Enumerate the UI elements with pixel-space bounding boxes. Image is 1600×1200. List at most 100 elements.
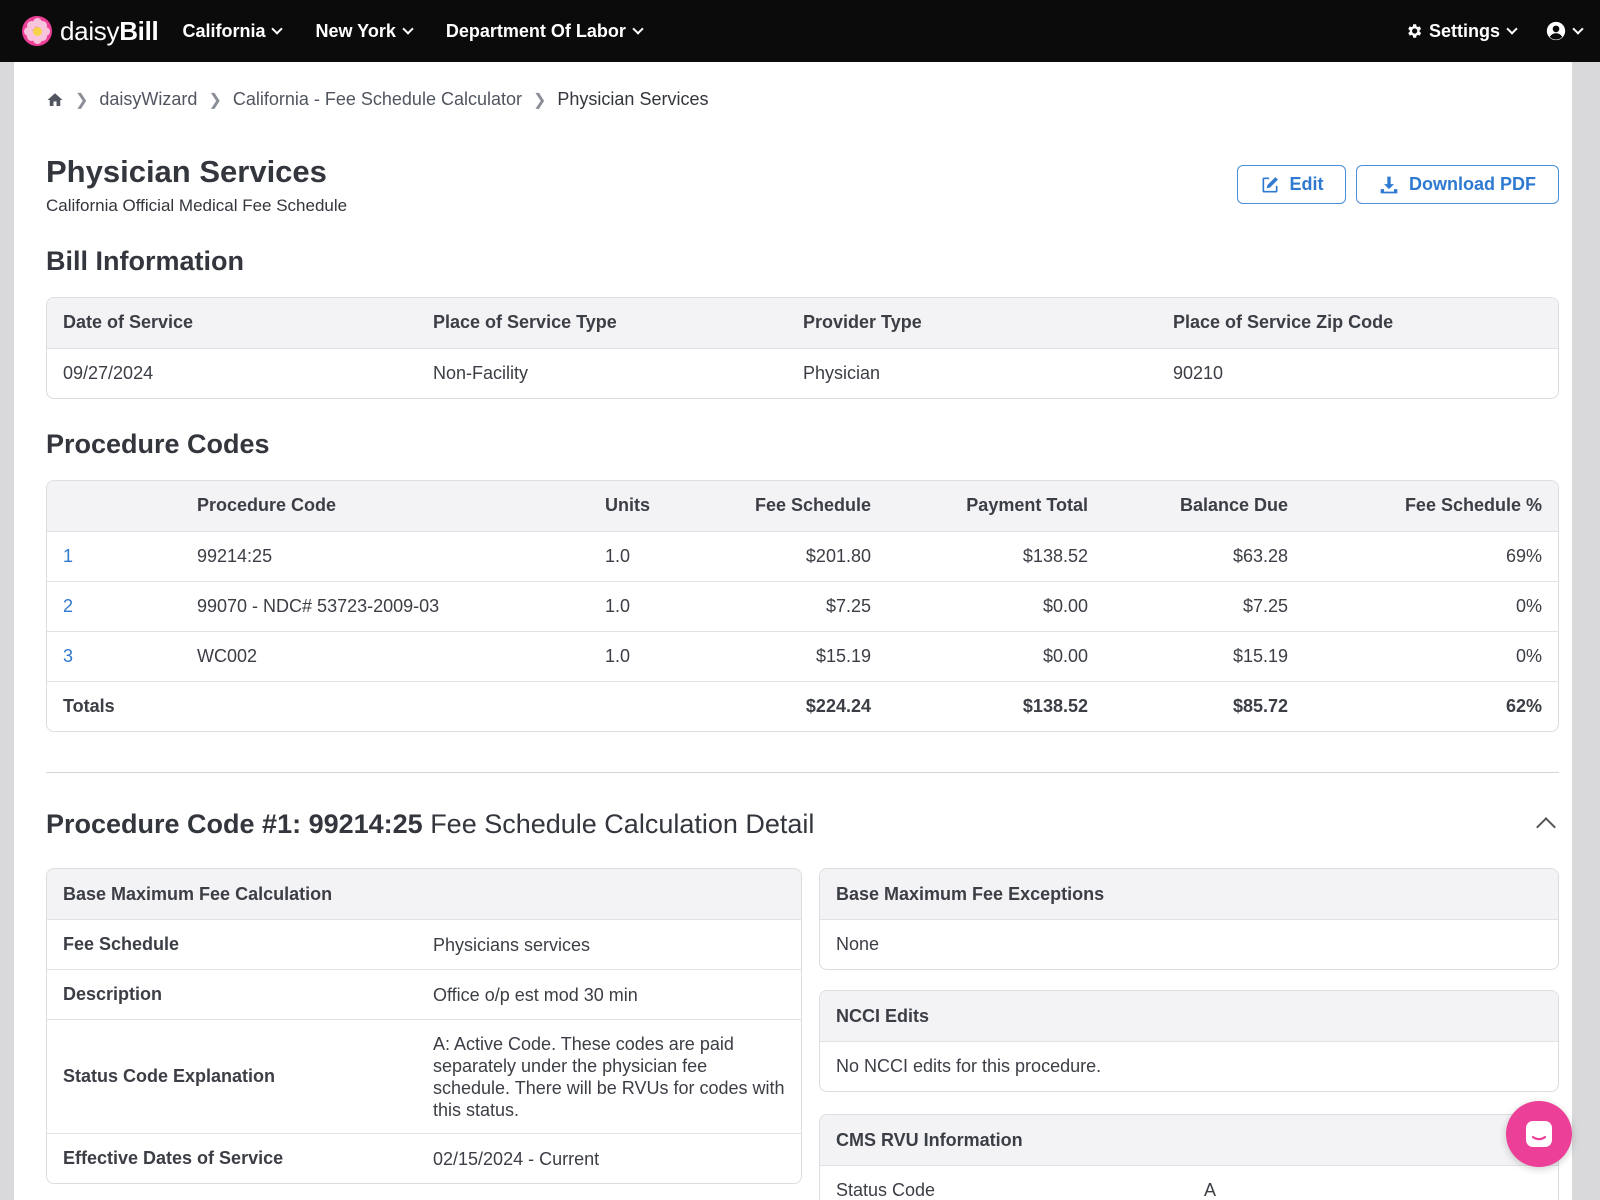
column-header: Place of Service Zip Code xyxy=(1157,298,1558,348)
column-header: Date of Service xyxy=(47,298,417,348)
total-fee-schedule-percent: 62% xyxy=(1304,680,1558,731)
units: 1.0 xyxy=(589,630,689,681)
gear-icon xyxy=(1408,24,1422,38)
kv-row: Effective Dates of Service 02/15/2024 - … xyxy=(47,1133,801,1183)
nav-new-york[interactable]: New York xyxy=(315,21,414,42)
kv-label: Fee Schedule xyxy=(63,934,180,954)
table-header-row: Date of Service Place of Service Type Pr… xyxy=(47,298,1558,348)
balance-due: $7.25 xyxy=(1104,580,1304,631)
payment-total: $0.00 xyxy=(887,580,1104,631)
brand-name: daisyBill xyxy=(60,15,159,46)
breadcrumb: ❯ daisyWizard ❯ California - Fee Schedul… xyxy=(46,89,708,110)
kv-label: Status Code xyxy=(836,1180,936,1200)
table-row: 09/27/2024 Non-Facility Physician 90210 xyxy=(47,347,1558,398)
breadcrumb-current: Physician Services xyxy=(557,89,709,109)
units: 1.0 xyxy=(589,530,689,581)
chevron-down-icon xyxy=(271,22,284,35)
place-of-service-type: Non-Facility xyxy=(417,347,787,398)
date-of-service: 09/27/2024 xyxy=(47,347,417,398)
kv-row: Status Code Explanation A: Active Code. … xyxy=(47,1019,801,1133)
chat-launcher-button[interactable] xyxy=(1506,1101,1572,1167)
kv-value: A xyxy=(1204,1180,1217,1200)
column-header: Units xyxy=(589,481,689,531)
kv-label: Effective Dates of Service xyxy=(63,1148,284,1168)
procedure-link-2[interactable]: 2 xyxy=(47,580,181,631)
panel-heading: NCCI Edits xyxy=(820,991,1558,1041)
top-nav: daisyBill California New York Department… xyxy=(0,0,1600,62)
section-divider xyxy=(46,772,1559,773)
table-row: 3 WC002 1.0 $15.19 $0.00 $15.19 0% xyxy=(47,630,1558,681)
procedure-code: WC002 xyxy=(181,630,589,681)
column-header: Provider Type xyxy=(787,298,1157,348)
column-header: Fee Schedule % xyxy=(1304,481,1558,531)
payment-total: $0.00 xyxy=(887,630,1104,681)
fee-schedule: $7.25 xyxy=(689,580,887,631)
fee-schedule-percent: 0% xyxy=(1304,580,1558,631)
table-row: 1 99214:25 1.0 $201.80 $138.52 $63.28 69… xyxy=(47,530,1558,581)
edit-button[interactable]: Edit xyxy=(1237,165,1346,204)
chevron-down-icon xyxy=(402,22,414,35)
cms-rvu-panel: CMS RVU Information Status Code A xyxy=(819,1114,1559,1200)
chevron-down-icon xyxy=(1506,22,1518,35)
page-title: Physician Services xyxy=(46,154,327,189)
procedure-link-3[interactable]: 3 xyxy=(47,630,181,681)
page-subtitle: California Official Medical Fee Schedule xyxy=(46,196,348,215)
kv-label: Description xyxy=(63,984,163,1004)
download-icon xyxy=(1380,176,1398,193)
table-row: 2 99070 - NDC# 53723-2009-03 1.0 $7.25 $… xyxy=(47,580,1558,631)
kv-row: Status Code A xyxy=(820,1165,1558,1200)
bill-information-heading: Bill Information xyxy=(46,246,244,276)
kv-label: Status Code Explanation xyxy=(63,1066,276,1086)
user-menu[interactable] xyxy=(1546,21,1584,41)
kv-value: A: Active Code. These codes are paid sep… xyxy=(433,1033,785,1120)
kv-row: Description Office o/p est mod 30 min xyxy=(47,969,801,1019)
units: 1.0 xyxy=(589,580,689,631)
totals-label: Totals xyxy=(47,680,181,731)
ncci-edits-panel: NCCI Edits No NCCI edits for this proced… xyxy=(819,990,1559,1092)
base-maximum-fee-exceptions-panel: Base Maximum Fee Exceptions None xyxy=(819,868,1559,970)
edit-icon xyxy=(1262,176,1278,192)
breadcrumb-fee-schedule-calculator[interactable]: California - Fee Schedule Calculator xyxy=(233,89,522,110)
kv-value: 02/15/2024 - Current xyxy=(433,1148,600,1169)
balance-due: $63.28 xyxy=(1104,530,1304,581)
calculation-detail-title: Procedure Code #1: 99214:25 Fee Schedule… xyxy=(46,809,815,839)
procedure-codes-table: Procedure Code Units Fee Schedule Paymen… xyxy=(46,480,1559,732)
download-pdf-button[interactable]: Download PDF xyxy=(1356,165,1559,204)
chevron-up-icon[interactable] xyxy=(1536,817,1556,837)
brand-logo[interactable]: daisyBill xyxy=(22,15,159,47)
procedure-code: 99070 - NDC# 53723-2009-03 xyxy=(181,580,589,631)
procedure-link-1[interactable]: 1 xyxy=(47,530,181,581)
column-header xyxy=(47,481,181,531)
settings-menu[interactable]: Settings xyxy=(1405,21,1518,42)
kv-value: Physicians services xyxy=(433,934,591,955)
zip-code: 90210 xyxy=(1157,347,1558,398)
base-maximum-fee-panel: Base Maximum Fee Calculation Fee Schedul… xyxy=(46,868,802,1184)
main-panel: ❯ daisyWizard ❯ California - Fee Schedul… xyxy=(14,62,1572,1200)
column-header: Balance Due xyxy=(1104,481,1304,531)
column-header: Place of Service Type xyxy=(417,298,787,348)
fee-schedule: $15.19 xyxy=(689,630,887,681)
table-header-row: Procedure Code Units Fee Schedule Paymen… xyxy=(47,481,1558,531)
panel-heading: CMS RVU Information xyxy=(820,1115,1558,1165)
nav-department-of-labor[interactable]: Department Of Labor xyxy=(446,21,644,42)
total-payment: $138.52 xyxy=(887,680,1104,731)
breadcrumb-daisywizard[interactable]: daisyWizard xyxy=(99,89,197,110)
fee-schedule: $201.80 xyxy=(689,530,887,581)
total-balance-due: $85.72 xyxy=(1104,680,1304,731)
fee-schedule-percent: 0% xyxy=(1304,630,1558,681)
totals-row: Totals $224.24 $138.52 $85.72 62% xyxy=(47,680,1558,731)
column-header: Procedure Code xyxy=(181,481,589,531)
total-fee-schedule: $224.24 xyxy=(689,680,887,731)
nav-california[interactable]: California xyxy=(182,21,284,42)
kv-value: Office o/p est mod 30 min xyxy=(433,984,638,1005)
panel-value: None xyxy=(820,919,1558,969)
column-header: Payment Total xyxy=(887,481,1104,531)
home-icon[interactable] xyxy=(46,91,64,109)
daisy-logo-icon xyxy=(22,16,52,46)
provider-type: Physician xyxy=(787,347,1157,398)
chat-icon xyxy=(1526,1121,1552,1147)
procedure-code: 99214:25 xyxy=(181,530,589,581)
panel-value: No NCCI edits for this procedure. xyxy=(820,1041,1558,1091)
payment-total: $138.52 xyxy=(887,530,1104,581)
column-header: Fee Schedule xyxy=(689,481,887,531)
